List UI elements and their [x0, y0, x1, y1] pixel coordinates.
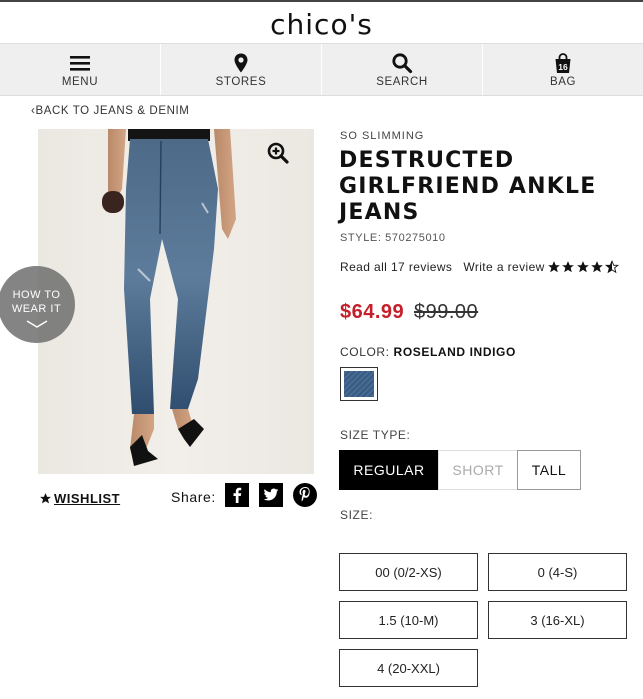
zoom-in-icon[interactable] — [266, 141, 290, 165]
nav-stores[interactable]: STORES — [161, 44, 322, 95]
star-icon — [547, 261, 560, 273]
chevron-down-icon — [26, 320, 47, 328]
size-option[interactable]: 00 (0/2-XS) — [339, 553, 478, 591]
product-title: DESTRUCTED GIRLFRIEND ANKLE JEANS — [339, 148, 597, 225]
bag-count-badge: 16 — [558, 62, 568, 72]
star-icon — [562, 261, 575, 273]
original-price: $99.00 — [414, 301, 479, 323]
breadcrumb-back-link[interactable]: ‹BACK TO JEANS & DENIM — [31, 105, 189, 117]
write-review-link[interactable]: Write a review — [463, 260, 544, 274]
menu-icon — [70, 56, 90, 71]
star-icon — [591, 261, 604, 273]
nav-menu-label: MENU — [61, 76, 99, 88]
color-selection-label: COLOR: ROSELAND INDIGO — [340, 345, 516, 359]
star-icon — [40, 493, 51, 504]
location-pin-icon — [234, 53, 248, 73]
size-type-short[interactable]: SHORT — [438, 450, 518, 490]
product-image[interactable] — [38, 129, 314, 474]
nav-menu[interactable]: MENU — [0, 44, 161, 95]
search-icon — [392, 53, 413, 74]
size-option[interactable]: 1.5 (10-M) — [339, 601, 478, 639]
wishlist-link[interactable]: WISHLIST — [39, 491, 120, 506]
twitter-icon — [263, 488, 279, 501]
wishlist-label: WISHLIST — [54, 491, 121, 506]
nav-bag-label: BAG — [549, 76, 577, 88]
size-option[interactable]: 4 (20-XXL) — [339, 649, 478, 687]
color-swatch-roseland-indigo[interactable] — [340, 367, 378, 401]
pinterest-share-button[interactable] — [292, 483, 317, 507]
facebook-share-button[interactable] — [224, 483, 249, 507]
bag-icon: 16 — [555, 53, 571, 73]
top-header: chico's — [0, 0, 643, 43]
style-number: STYLE: 570275010 — [340, 232, 446, 244]
sale-price: $64.99 — [340, 301, 405, 323]
nav-stores-label: STORES — [215, 76, 267, 88]
read-reviews-link[interactable]: Read all 17 reviews — [340, 260, 452, 274]
collection-label: SO SLIMMING — [340, 130, 425, 142]
size-label: SIZE: — [340, 508, 374, 522]
facebook-icon — [233, 487, 242, 503]
jeans-model-illustration — [102, 129, 236, 466]
pinterest-icon — [299, 487, 310, 502]
nav-search-label: SEARCH — [376, 76, 428, 88]
share-bar: Share: — [171, 483, 327, 507]
star-rating[interactable] — [547, 260, 620, 274]
main-nav: MENU STORES SEARCH 16 BAG — [0, 43, 643, 96]
size-type-regular[interactable]: REGULAR — [339, 450, 439, 490]
size-option[interactable]: 0 (4-S) — [488, 553, 627, 591]
size-type-tall[interactable]: TALL — [517, 450, 581, 490]
half-star-icon — [604, 260, 619, 274]
breadcrumb-label: BACK TO JEANS & DENIM — [35, 105, 190, 117]
star-icon — [576, 261, 589, 273]
nav-bag[interactable]: 16 BAG — [483, 44, 643, 95]
size-option[interactable]: 3 (16-XL) — [488, 601, 627, 639]
color-label: COLOR: — [340, 345, 390, 359]
reviews-row: Read all 17 reviews Write a review — [340, 260, 619, 274]
how-to-wear-it-button[interactable]: HOW TO WEAR IT — [0, 266, 75, 343]
chicos-logo[interactable]: chico's — [0, 8, 643, 41]
how-to-wear-line2: WEAR IT — [11, 303, 62, 315]
swatch-fill — [344, 371, 374, 397]
how-to-wear-line1: HOW TO — [12, 289, 61, 301]
twitter-share-button[interactable] — [258, 483, 283, 507]
color-value: ROSELAND INDIGO — [393, 345, 516, 359]
nav-search[interactable]: SEARCH — [322, 44, 483, 95]
size-type-label: SIZE TYPE: — [340, 428, 411, 442]
share-label: Share: — [171, 489, 216, 505]
